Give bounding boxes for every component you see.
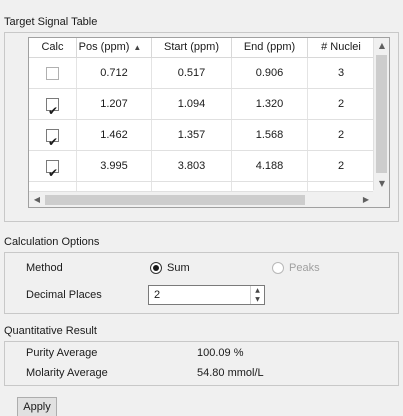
pos-cell[interactable]: 3.995 <box>77 151 152 181</box>
method-peaks-label: Peaks <box>289 262 320 274</box>
spin-down-icon[interactable]: ▼ <box>251 295 264 304</box>
end-cell[interactable]: 1.568 <box>232 120 308 150</box>
horizontal-scrollbar[interactable]: ◀ ▶ <box>29 191 374 207</box>
molarity-average-label: Molarity Average <box>26 367 108 379</box>
end-cell[interactable]: 4.188 <box>232 151 308 181</box>
nuclei-cell[interactable]: 2 <box>308 89 374 119</box>
scroll-left-icon[interactable]: ◀ <box>29 192 45 207</box>
calc-options-title: Calculation Options <box>4 236 100 248</box>
vertical-scroll-thumb[interactable] <box>376 55 387 173</box>
spin-up-icon[interactable]: ▲ <box>251 286 264 295</box>
spin-buttons: ▲ ▼ <box>250 286 264 304</box>
col-header-start[interactable]: Start (ppm) <box>152 38 232 58</box>
start-cell[interactable]: 3.803 <box>152 151 232 181</box>
sort-ascending-icon: ▲ <box>133 43 142 52</box>
table-row[interactable]: 1.2071.0941.3202 <box>29 89 374 126</box>
decimal-places-label: Decimal Places <box>26 289 102 301</box>
table-row[interactable]: 0.712 0.517 0.906 3 <box>29 58 374 89</box>
col-header-nuclei[interactable]: # Nuclei <box>308 38 374 58</box>
start-cell[interactable]: 1.357 <box>152 120 232 150</box>
vertical-scrollbar[interactable]: ▲ ▼ <box>373 38 389 192</box>
method-sum-label[interactable]: Sum <box>167 262 190 274</box>
nuclei-cell[interactable]: 3 <box>308 58 374 88</box>
table-row[interactable]: 3.9953.8034.1882 <box>29 151 374 188</box>
calc-cell <box>29 89 77 126</box>
end-cell[interactable]: 1.320 <box>232 89 308 119</box>
start-cell[interactable]: 0.517 <box>152 58 232 88</box>
apply-button[interactable]: Apply <box>17 397 57 416</box>
scroll-corner <box>373 190 389 207</box>
scroll-right-icon[interactable]: ▶ <box>358 192 374 207</box>
calc-checkbox[interactable] <box>46 127 59 157</box>
horizontal-scroll-thumb[interactable] <box>45 195 305 205</box>
pos-cell[interactable]: 1.207 <box>77 89 152 119</box>
col-header-pos-label: Pos (ppm) <box>78 41 130 53</box>
decimal-places-spinbox[interactable]: 2 ▲ ▼ <box>148 285 265 305</box>
nuclei-cell[interactable]: 2 <box>308 120 374 150</box>
pos-cell[interactable]: 0.712 <box>77 58 152 88</box>
table-body: 0.7120.5170.90631.2071.0941.32021.4621.3… <box>29 58 374 207</box>
target-table-title: Target Signal Table <box>4 16 98 28</box>
col-header-end[interactable]: End (ppm) <box>232 38 308 58</box>
table-header: Calc Pos (ppm) ▲ Start (ppm) End (ppm) # … <box>29 38 374 58</box>
method-peaks-radio <box>272 262 284 274</box>
scroll-up-icon[interactable]: ▲ <box>374 38 389 54</box>
calc-checkbox[interactable] <box>46 66 59 80</box>
calc-checkbox[interactable] <box>46 96 59 126</box>
purity-average-label: Purity Average <box>26 347 98 359</box>
signal-panel: Target Signal Table Calc Pos (ppm) ▲ Star… <box>0 0 403 416</box>
result-title: Quantitative Result <box>4 325 97 337</box>
method-label: Method <box>26 262 63 274</box>
purity-average-value: 100.09 % <box>197 347 244 359</box>
start-cell[interactable]: 1.094 <box>152 89 232 119</box>
calc-cell <box>29 58 77 88</box>
molarity-average-value: 54.80 mmol/L <box>197 367 264 379</box>
calc-checkbox[interactable] <box>46 158 59 188</box>
target-signal-table[interactable]: Calc Pos (ppm) ▲ Start (ppm) End (ppm) # … <box>28 37 390 208</box>
col-header-calc[interactable]: Calc <box>29 38 77 58</box>
end-cell[interactable]: 0.906 <box>232 58 308 88</box>
col-header-pos[interactable]: Pos (ppm) ▲ <box>77 38 152 58</box>
nuclei-cell[interactable]: 2 <box>308 151 374 181</box>
method-sum-radio[interactable] <box>150 262 162 274</box>
pos-cell[interactable]: 1.462 <box>77 120 152 150</box>
decimal-places-value[interactable]: 2 <box>154 289 160 301</box>
table-row[interactable]: 1.4621.3571.5682 <box>29 120 374 157</box>
